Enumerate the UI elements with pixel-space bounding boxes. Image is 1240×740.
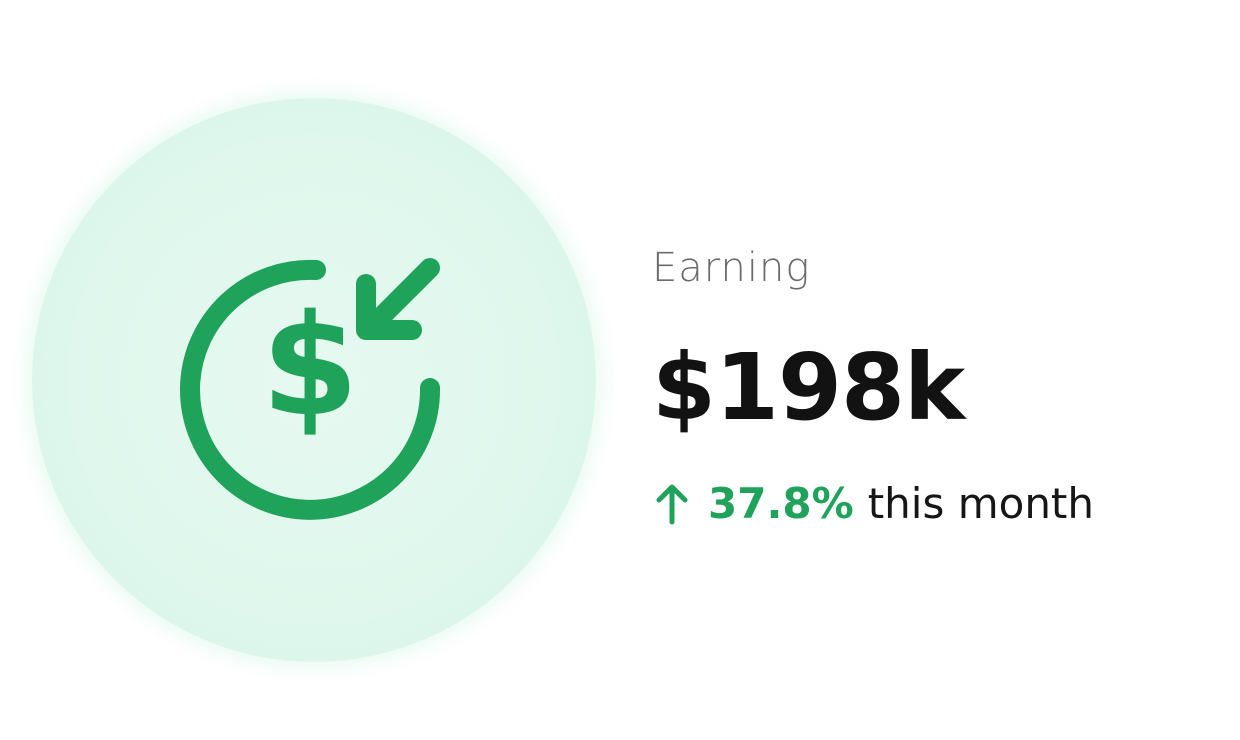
dollar-incoming-icon: $ <box>180 258 441 520</box>
trend-percent: 37.8% <box>708 479 854 528</box>
arrow-up-icon <box>656 484 688 525</box>
stat-label: Earning <box>652 245 811 291</box>
stat-text: Earning $198k 37.8% this month <box>652 236 1212 534</box>
earning-stat-card: $ Earning $198k 37.8% this month <box>0 0 1240 740</box>
trend-suffix: this month <box>867 479 1095 528</box>
stat-value: $198k <box>652 334 965 441</box>
svg-text:$: $ <box>261 285 358 448</box>
trend-row: 37.8% this month <box>652 474 1212 534</box>
icon-badge: $ <box>32 98 596 662</box>
